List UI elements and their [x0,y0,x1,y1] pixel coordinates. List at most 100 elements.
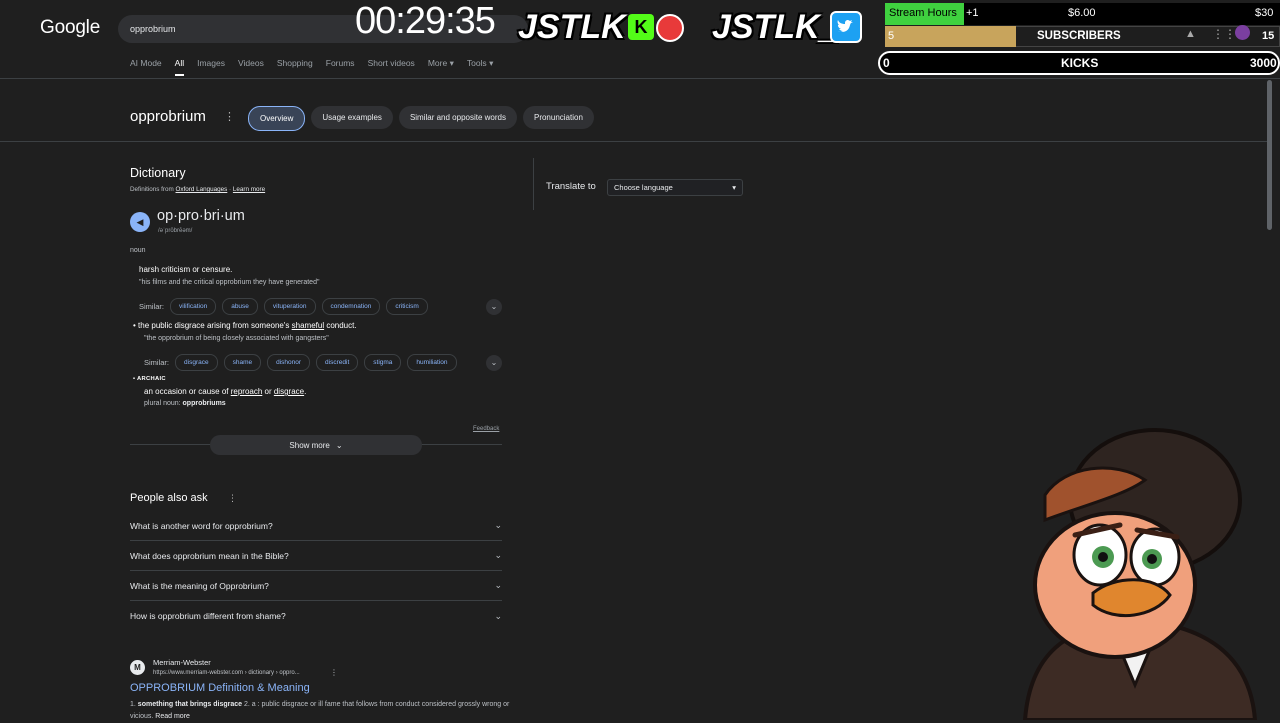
def3-post: . [304,387,307,396]
dictionary-source: Definitions from Oxford Languages · Lear… [130,186,265,193]
language-select[interactable]: Choose language ▾ [607,179,743,196]
search-tabs: AI Mode All Images Videos Shopping Forum… [130,58,506,76]
def2-pre: the public disgrace arising from someone… [138,321,292,330]
paa-question-text: What is the meaning of Opprobrium? [130,580,269,591]
stream-hours-amount: $6.00 [1068,7,1096,19]
tab-videos[interactable]: Videos [238,58,264,74]
def3-mid: or [262,387,274,396]
chip-overview[interactable]: Overview [248,106,306,131]
stream-hours-plus: +1 [966,7,979,19]
term-title: opprobrium [130,108,206,125]
similar-chip[interactable]: disgrace [175,354,218,371]
similar-chip[interactable]: abuse [222,298,258,315]
tab-tools-label: Tools [466,58,487,68]
dictionary-heading: Dictionary [130,166,186,180]
chevron-down-icon[interactable]: ⌄ [486,298,502,315]
result-site-name[interactable]: Merriam-Webster [153,658,211,667]
translate-label: Translate to [546,181,596,192]
vertical-divider [533,158,534,210]
similar-chip[interactable]: dishonor [267,354,311,371]
brand-logo-twitter: JSTLK_ [712,8,839,46]
similar-row-1: Similar: vilification abuse vituperation… [139,298,502,315]
tab-short-videos[interactable]: Short videos [368,58,415,74]
brand-logo: JSTLK [518,8,626,46]
stream-timer: 00:29:35 [355,0,496,42]
tab-forums[interactable]: Forums [326,58,355,74]
headword: op·pro·bri·um [157,208,245,224]
chip-usage-examples[interactable]: Usage examples [311,106,393,129]
disgrace-link[interactable]: disgrace [274,387,304,396]
example-2: "the opprobrium of being closely associa… [144,335,329,342]
phonetic: /əˈprōbrēəm/ [158,228,193,234]
paa-question-text: What does opprobrium mean in the Bible? [130,550,289,561]
subscribers-count: 5 [888,30,895,42]
archaic-tag: • ARCHAIC [133,376,166,382]
google-logo[interactable]: Google [40,17,100,39]
paa-question[interactable]: What is the meaning of Opprobrium? ⌄ [130,571,502,601]
language-select-value: Choose language [614,183,673,192]
subscribers-label: SUBSCRIBERS [1037,30,1121,42]
chip-similar-opposite[interactable]: Similar and opposite words [398,106,517,129]
header-divider [0,78,1280,79]
speaker-icon[interactable]: ◀ [130,212,150,232]
record-icon [656,14,684,42]
part-of-speech: noun [130,247,146,254]
similar-chip[interactable]: vilification [170,298,217,315]
labs-icon[interactable]: ▲ [1185,28,1196,40]
paa-question[interactable]: What does opprobrium mean in the Bible? ⌄ [130,541,502,571]
chevron-down-icon: ⌄ [494,520,502,530]
tab-more[interactable]: More ▾ [428,58,454,74]
learn-more-link[interactable]: Learn more [233,186,265,193]
more-options-icon[interactable]: ⋮ [330,668,338,677]
more-options-icon[interactable]: ⋮ [224,110,235,123]
paa-question-text: What is another word for opprobrium? [130,520,273,531]
plural-label: plural noun: [144,400,183,407]
definition-3: an occasion or cause of reproach or disg… [144,387,306,396]
tab-tools[interactable]: Tools ▾ [467,58,494,74]
similar-chip[interactable]: humiliation [407,354,457,371]
caret-down-icon: ▾ [732,183,736,192]
result-url[interactable]: https://www.merriam-webster.com › dictio… [153,670,300,676]
tab-images[interactable]: Images [197,58,225,74]
read-more-link[interactable]: Read more [155,713,190,720]
result-title-link[interactable]: OPPROBRIUM Definition & Meaning [130,682,310,694]
similar-label: Similar: [139,302,165,311]
stream-hours-goal: $30 [1255,7,1274,19]
chevron-down-icon: ⌄ [494,610,502,621]
tab-all[interactable]: All [174,58,185,76]
chevron-down-icon: ⌄ [335,440,343,450]
reproach-link[interactable]: reproach [231,387,263,396]
streamer-mascot-image [1022,428,1258,720]
plural-form: plural noun: opprobriums [144,400,226,407]
show-more-button[interactable]: Show more ⌄ [210,435,422,455]
term-divider [0,141,1270,142]
chip-pronunciation[interactable]: Pronunciation [522,106,594,129]
tab-ai-mode[interactable]: AI Mode [130,58,162,74]
similar-chip[interactable]: shame [223,354,262,371]
shameful-link[interactable]: shameful [292,321,324,330]
kicks-label: KICKS [1061,56,1099,70]
stream-hours-label: Stream Hours [889,7,957,19]
tab-shopping[interactable]: Shopping [277,58,313,74]
avatar[interactable] [1235,25,1250,40]
similar-chip[interactable]: criticism [386,298,428,315]
similar-chip[interactable]: discredit [316,354,359,371]
scrollbar[interactable] [1267,80,1272,230]
kicks-count: 0 [883,56,890,70]
similar-chip[interactable]: condemnation [321,298,381,315]
apps-grid-icon[interactable]: ⋮⋮ [1212,27,1236,41]
search-input-value: opprobrium [130,24,176,34]
similar-chip[interactable]: vituperation [263,298,316,315]
similar-chip[interactable]: stigma [364,354,402,371]
def3-pre: an occasion or cause of [144,387,231,396]
paa-question[interactable]: What is another word for opprobrium? ⌄ [130,511,502,541]
oxford-languages-link[interactable]: Oxford Languages [176,186,228,193]
paa-question[interactable]: How is opprobrium different from shame? ⌄ [130,601,502,631]
definition-1: harsh criticism or censure. [139,265,233,274]
merriam-webster-favicon: M [130,660,145,675]
feedback-link[interactable]: Feedback [473,426,499,432]
more-options-icon[interactable]: ⋮ [228,493,237,504]
chevron-down-icon[interactable]: ⌄ [486,354,502,371]
chevron-down-icon: ⌄ [494,580,502,590]
result-snippet: 1. something that brings disgrace 2. a :… [130,701,510,720]
